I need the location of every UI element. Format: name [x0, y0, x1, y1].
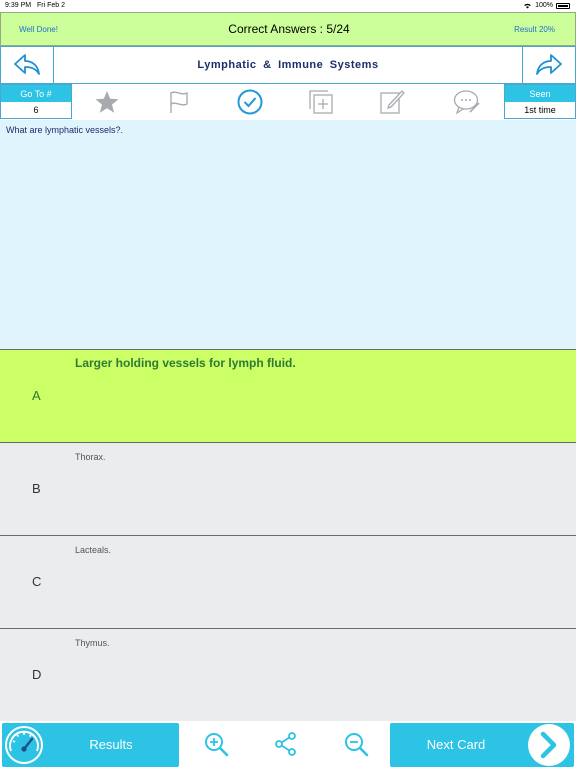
answer-option-c[interactable]: C Lacteals. [0, 535, 576, 628]
battery-percent: 100% [535, 2, 553, 9]
score-bar: Well Done! Correct Answers : 5/24 Result… [0, 12, 576, 46]
question-text: What are lymphatic vessels?. [6, 125, 124, 135]
status-time: 9:39 PM [5, 2, 32, 9]
answer-letter: C [32, 574, 42, 589]
add-card-icon[interactable] [306, 87, 336, 117]
status-bar: 9:39 PM Fri Feb 2 100% [0, 0, 576, 12]
answer-text: Thorax. [75, 452, 106, 462]
results-label: Results [89, 737, 133, 752]
status-right: 100% [523, 2, 570, 9]
forward-button[interactable] [522, 46, 576, 84]
comment-icon[interactable] [452, 87, 482, 117]
star-icon[interactable] [92, 87, 122, 117]
answer-letter: A [32, 388, 41, 403]
check-circle-icon[interactable] [235, 87, 265, 117]
bottom-bar: Results Next Card [0, 722, 576, 768]
goto-label: Go To # [1, 85, 71, 102]
forward-arrow-icon [536, 54, 562, 75]
answer-text: Larger holding vessels for lymph fluid. [75, 356, 296, 370]
next-card-button[interactable]: Next Card [390, 723, 574, 767]
result-label: Result 20% [514, 25, 555, 34]
results-button[interactable]: Results [2, 723, 179, 767]
edit-icon[interactable] [377, 87, 407, 117]
correct-answers-title: Correct Answers : 5/24 [228, 22, 350, 36]
nav-row: Lymphatic & Immune Systems [0, 46, 576, 84]
answer-letter: B [32, 481, 41, 496]
wifi-icon [524, 3, 531, 9]
answer-option-a[interactable]: A Larger holding vessels for lymph fluid… [0, 349, 576, 442]
goto-value[interactable]: 6 [1, 102, 71, 118]
answer-text: Lacteals. [75, 545, 112, 555]
battery-icon [556, 2, 570, 9]
answer-option-d[interactable]: D Thymus. [0, 628, 576, 721]
next-card-label: Next Card [426, 737, 486, 752]
card-toolbar: Go To # 6 Seen 1st time [0, 84, 576, 120]
share-icon[interactable] [273, 731, 299, 757]
answer-letter: D [32, 667, 42, 682]
answer-text: Thymus. [75, 638, 110, 648]
goto-box[interactable]: Go To # 6 [0, 84, 72, 119]
zoom-out-icon[interactable] [343, 731, 369, 757]
deck-title: Lymphatic & Immune Systems [54, 46, 522, 84]
seen-value: 1st time [524, 105, 556, 115]
question-panel: What are lymphatic vessels?. [0, 120, 576, 349]
back-arrow-icon [14, 54, 40, 75]
chevron-right-icon [528, 724, 570, 766]
status-date: Fri Feb 2 [37, 2, 66, 9]
seen-box: Seen 1st time [504, 84, 576, 119]
answer-option-b[interactable]: B Thorax. [0, 442, 576, 535]
back-button[interactable] [0, 46, 54, 84]
flag-icon[interactable] [164, 87, 194, 117]
zoom-in-icon[interactable] [203, 731, 229, 757]
seen-label: Seen [505, 85, 575, 102]
